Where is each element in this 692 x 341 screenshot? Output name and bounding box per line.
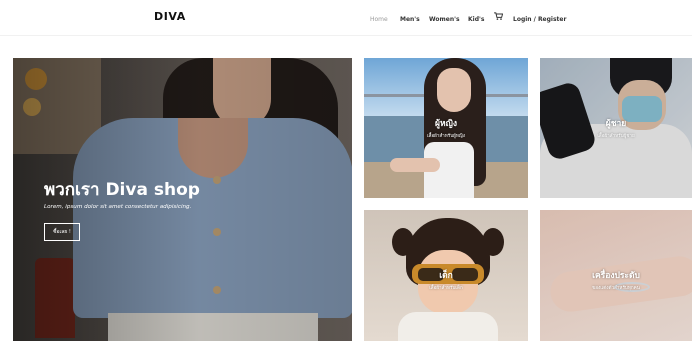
cart-icon[interactable] [494, 12, 503, 20]
women-model-face [437, 68, 471, 112]
nav-kids[interactable]: Kid's [468, 13, 484, 25]
login-register-link[interactable]: Login / Register [513, 13, 566, 25]
category-title-women: ผู้หญิง [435, 119, 457, 129]
hero-subtitle: Lorem, ipsum dolor sit amet consectetur … [44, 204, 192, 210]
hero-title: พวกเรา Diva shop [44, 180, 200, 200]
nav-womens[interactable]: Women's [429, 13, 460, 25]
nav-kids-label[interactable]: Kid's [468, 16, 484, 23]
category-card-men[interactable]: ผู้ชาย เสื้อผ้าสำหรับผู้ชาย [540, 58, 692, 198]
women-model-arm [390, 158, 440, 172]
category-card-women[interactable]: ผู้หญิง เสื้อผ้าสำหรับผู้หญิง [364, 58, 528, 198]
category-subtitle-kids: เสื้อผ้าสำหรับเด็ก [429, 286, 463, 291]
shop-now-button[interactable]: ซื้อเลย ! [44, 223, 80, 241]
category-subtitle-men: เสื้อผ้าสำหรับผู้ชาย [597, 134, 635, 139]
category-title-men: ผู้ชาย [605, 119, 627, 129]
site-header: DIVA Home Men's Women's Kid's Login / Re… [0, 0, 692, 36]
hero-banner: พวกเรา Diva shop Lorem, ipsum dolor sit … [13, 58, 352, 341]
nav-home-label[interactable]: Home [370, 16, 388, 23]
login-register-label[interactable]: Login / Register [513, 16, 566, 23]
nav-mens-label[interactable]: Men's [400, 16, 420, 23]
brand-logo[interactable]: DIVA [154, 10, 186, 23]
category-title-kids: เด็ก [439, 271, 453, 281]
nav-home[interactable]: Home [370, 13, 388, 25]
category-subtitle-accessories: ของแต่งตัวสำหรับทุกคน [592, 286, 640, 291]
nav-womens-label[interactable]: Women's [429, 16, 460, 23]
category-subtitle-women: เสื้อผ้าสำหรับผู้หญิง [426, 134, 466, 139]
kids-model-top [398, 312, 498, 341]
category-title-accessories: เครื่องประดับ [592, 271, 640, 281]
category-card-kids[interactable]: เด็ก เสื้อผ้าสำหรับเด็ก [364, 210, 528, 341]
nav-mens[interactable]: Men's [400, 13, 420, 25]
category-card-accessories[interactable]: เครื่องประดับ ของแต่งตัวสำหรับทุกคน [540, 210, 692, 341]
